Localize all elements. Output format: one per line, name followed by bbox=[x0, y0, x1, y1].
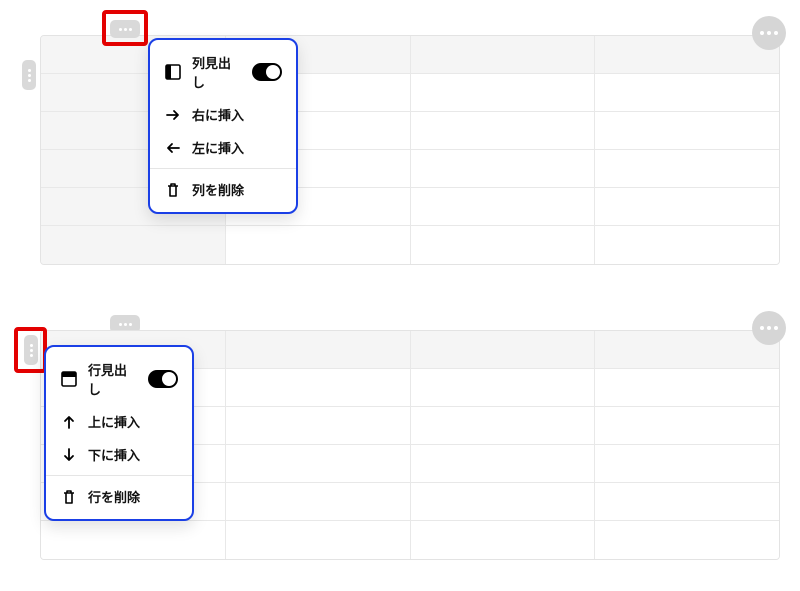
table-more-button[interactable] bbox=[752, 16, 786, 50]
table-cell[interactable] bbox=[411, 74, 596, 112]
arrow-right-icon bbox=[164, 106, 182, 124]
toggle-on-icon[interactable] bbox=[252, 63, 282, 81]
column-handle[interactable] bbox=[110, 20, 140, 38]
menu-item-insert-right[interactable]: 右に挿入 bbox=[150, 98, 296, 131]
table-cell[interactable] bbox=[411, 188, 596, 226]
table-cell[interactable] bbox=[595, 188, 779, 226]
row-handle[interactable] bbox=[22, 60, 36, 90]
table-cell[interactable] bbox=[595, 483, 779, 521]
table-cell[interactable] bbox=[226, 331, 411, 369]
table-more-button[interactable] bbox=[752, 311, 786, 345]
table-cell[interactable] bbox=[595, 331, 779, 369]
table-cell[interactable] bbox=[595, 445, 779, 483]
table-cell[interactable] bbox=[226, 369, 411, 407]
menu-item-insert-below[interactable]: 下に挿入 bbox=[46, 438, 192, 471]
menu-item-label: 下に挿入 bbox=[88, 445, 140, 464]
menu-item-label: 行見出し bbox=[88, 360, 138, 398]
column-context-menu: 列見出し 右に挿入 左に挿入 列を削除 bbox=[148, 38, 298, 214]
table-cell[interactable] bbox=[411, 226, 596, 264]
column-header-icon bbox=[164, 63, 182, 81]
table-cell[interactable] bbox=[411, 112, 596, 150]
table-example-column: 列見出し 右に挿入 左に挿入 列を削除 bbox=[0, 10, 800, 285]
table-cell[interactable] bbox=[41, 521, 226, 559]
table-cell[interactable] bbox=[595, 112, 779, 150]
trash-icon bbox=[164, 181, 182, 199]
table-cell[interactable] bbox=[411, 36, 596, 74]
table-cell[interactable] bbox=[411, 445, 596, 483]
table-cell[interactable] bbox=[595, 36, 779, 74]
table-cell[interactable] bbox=[226, 407, 411, 445]
menu-item-row-header-toggle[interactable]: 行見出し bbox=[46, 353, 192, 405]
row-context-menu: 行見出し 上に挿入 下に挿入 行を削除 bbox=[44, 345, 194, 521]
menu-separator bbox=[46, 475, 192, 476]
table-cell[interactable] bbox=[41, 226, 226, 264]
table-cell[interactable] bbox=[226, 445, 411, 483]
menu-item-column-header-toggle[interactable]: 列見出し bbox=[150, 46, 296, 98]
table-row bbox=[41, 521, 779, 559]
menu-item-label: 列を削除 bbox=[192, 180, 244, 199]
row-handle[interactable] bbox=[24, 335, 38, 365]
row-header-icon bbox=[60, 370, 78, 388]
menu-item-insert-left[interactable]: 左に挿入 bbox=[150, 131, 296, 164]
menu-item-label: 列見出し bbox=[192, 53, 242, 91]
table-cell[interactable] bbox=[595, 150, 779, 188]
table-row bbox=[41, 226, 779, 264]
table-cell[interactable] bbox=[411, 521, 596, 559]
arrow-up-icon bbox=[60, 413, 78, 431]
table-cell[interactable] bbox=[226, 521, 411, 559]
table-cell[interactable] bbox=[411, 407, 596, 445]
table-cell[interactable] bbox=[411, 483, 596, 521]
menu-item-label: 左に挿入 bbox=[192, 138, 244, 157]
arrow-left-icon bbox=[164, 139, 182, 157]
table-cell[interactable] bbox=[595, 226, 779, 264]
table-cell[interactable] bbox=[411, 331, 596, 369]
table-cell[interactable] bbox=[226, 483, 411, 521]
menu-item-label: 右に挿入 bbox=[192, 105, 244, 124]
table-cell[interactable] bbox=[595, 369, 779, 407]
table-cell[interactable] bbox=[595, 521, 779, 559]
menu-item-insert-above[interactable]: 上に挿入 bbox=[46, 405, 192, 438]
table-cell[interactable] bbox=[226, 226, 411, 264]
trash-icon bbox=[60, 488, 78, 506]
menu-item-label: 行を削除 bbox=[88, 487, 140, 506]
table-cell[interactable] bbox=[411, 150, 596, 188]
arrow-down-icon bbox=[60, 446, 78, 464]
table-example-row: 行見出し 上に挿入 下に挿入 行を削除 bbox=[0, 305, 800, 580]
menu-item-label: 上に挿入 bbox=[88, 412, 140, 431]
menu-separator bbox=[150, 168, 296, 169]
table-cell[interactable] bbox=[595, 74, 779, 112]
table-cell[interactable] bbox=[595, 407, 779, 445]
menu-item-delete-row[interactable]: 行を削除 bbox=[46, 480, 192, 513]
toggle-on-icon[interactable] bbox=[148, 370, 178, 388]
menu-item-delete-column[interactable]: 列を削除 bbox=[150, 173, 296, 206]
table-cell[interactable] bbox=[411, 369, 596, 407]
